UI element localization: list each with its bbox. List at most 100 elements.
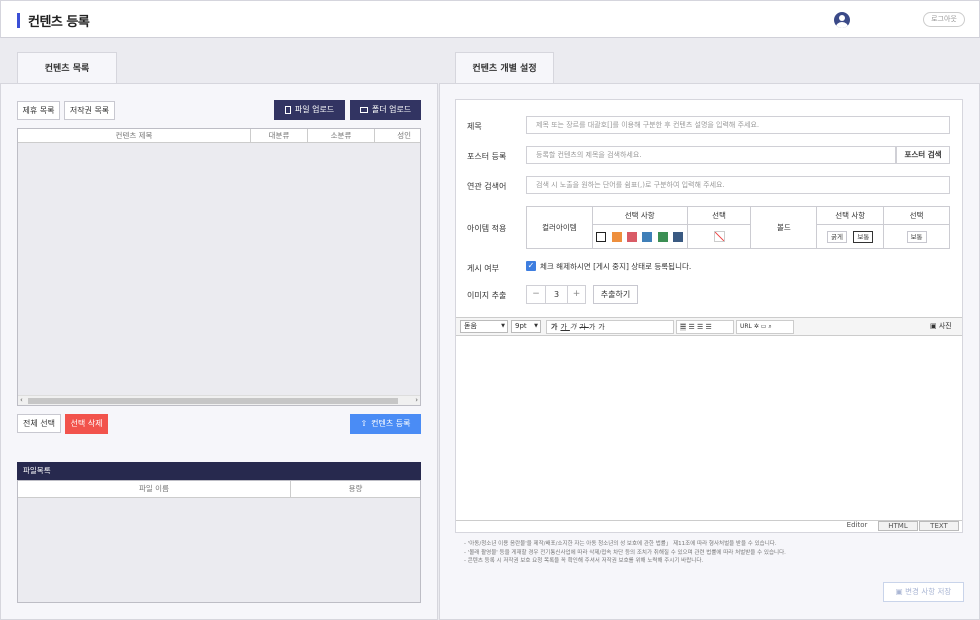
plus-icon[interactable]: + — [567, 286, 585, 303]
copyright-list-button[interactable]: 저작권 목록 — [64, 101, 115, 120]
align-buttons[interactable]: ☰ ☰ ☰ ☰ — [676, 320, 734, 334]
mode-html[interactable]: HTML — [878, 521, 918, 531]
photo-button[interactable]: ▣ 사진 — [928, 320, 960, 334]
title-input[interactable]: 제목 또는 장르를 대괄호[]를 이용해 구분한 후 컨텐츠 설명을 입력해 주… — [526, 116, 950, 134]
col-file-name[interactable]: 파일 이름 — [18, 481, 291, 498]
bold-option-bold[interactable]: 굵게 — [827, 230, 847, 243]
file-table: 파일 이름 용량 — [17, 480, 421, 603]
page-title: 컨텐츠 등록 — [28, 15, 90, 30]
tab-content-list[interactable]: 컨텐츠 목록 — [17, 52, 117, 84]
insert-buttons[interactable]: URL ✲ ▭ ⌕ — [736, 320, 794, 334]
extract-label: 이미지 추출 — [467, 291, 507, 300]
scrollbar-thumb[interactable] — [28, 398, 398, 404]
swatch-red[interactable] — [627, 231, 638, 242]
col-adult[interactable]: 성인 — [375, 129, 421, 143]
item-table: 컬러아이템 선택 사항 선택 볼드 선택 사항 선택 굵게 보통 보통 — [526, 206, 950, 249]
editor-body[interactable] — [456, 336, 962, 521]
col-category[interactable]: 대분류 — [251, 129, 308, 143]
col-title[interactable]: 컨텐츠 제목 — [18, 129, 251, 143]
save-changes-button[interactable]: ▣ 변경 사항 저장 — [883, 582, 964, 602]
folder-upload-button[interactable]: 폴더 업로드 — [350, 100, 421, 120]
extract-button[interactable]: 추출하기 — [593, 285, 638, 304]
delete-selected-button[interactable]: 선택 삭제 — [65, 414, 108, 434]
text-color-icon: 가 — [588, 323, 599, 331]
align-center-icon: ☰ — [688, 323, 695, 331]
bold-selected-cell: 보통 — [883, 224, 950, 249]
tab-individual-settings[interactable]: 컨텐츠 개별 설정 — [455, 52, 554, 84]
color-swatches — [591, 224, 688, 249]
notice-item: - '몰래 촬영물' 등을 게재할 경우 전기통신사업에 따라 삭제/접속 차단… — [464, 549, 786, 556]
editor-toolbar: 돋움 ▼ 9pt ▼ 가가가가가가 ☰ ☰ ☰ ☰ URL ✲ ▭ ⌕ ▣ 사진 — [456, 317, 962, 336]
keyword-label: 연관 검색어 — [467, 182, 507, 191]
upload-icon: ⇧ — [360, 419, 368, 428]
bold-option-normal[interactable]: 보통 — [853, 230, 874, 243]
swatch-orange[interactable] — [611, 231, 622, 242]
keyword-input[interactable]: 검색 시 노출을 원하는 단어를 쉼표(,)로 구분하여 입력해 주세요. — [526, 176, 950, 194]
size-select[interactable]: 9pt ▼ — [511, 320, 541, 333]
bold-option-header: 선택 사항 — [816, 206, 885, 225]
poster-label: 포스터 등록 — [467, 152, 507, 161]
save-changes-label: 변경 사항 저장 — [905, 587, 952, 596]
file-table-header: 파일 이름 용량 — [18, 481, 420, 498]
strike-icon: 가 — [579, 323, 589, 331]
notice-list: - '아동/청소년 이용 음란물'을 제작/배포/소지한 자는 아동 청소년의 … — [464, 540, 786, 566]
align-left-icon: ☰ — [680, 323, 687, 331]
bold-selected: 보통 — [906, 230, 927, 243]
color-item-cell: 컬러아이템 — [526, 206, 593, 249]
item-label: 아이템 적용 — [467, 224, 507, 233]
color-option-header: 선택 사항 — [591, 206, 688, 225]
file-upload-button[interactable]: 파일 업로드 — [274, 100, 345, 120]
content-table: 컨텐츠 제목 대분류 소분류 성인 ‹ › — [17, 128, 421, 406]
swatch-none[interactable] — [596, 231, 607, 242]
partner-list-button[interactable]: 제휴 목록 — [17, 101, 60, 120]
publish-checkbox[interactable]: ✓ — [526, 261, 536, 271]
notice-item: - 콘텐츠 등록 시 저작권 보호 요청 목록을 꼭 확인해 주셔서 저작권 보… — [464, 558, 704, 564]
col-subcategory[interactable]: 소분류 — [308, 129, 375, 143]
minus-icon[interactable]: − — [527, 286, 546, 303]
folder-upload-label: 폴더 업로드 — [371, 105, 412, 114]
mode-text[interactable]: TEXT — [919, 521, 959, 531]
user-avatar-icon[interactable] — [834, 12, 850, 28]
swatch-green[interactable] — [657, 231, 668, 242]
italic-icon: 가 — [569, 323, 580, 331]
bold-cell: 볼드 — [750, 206, 818, 249]
special-char-icon: ✲ — [753, 323, 759, 330]
notice-item: - '아동/청소년 이용 음란물'을 제작/배포/소지한 자는 아동 청소년의 … — [464, 541, 777, 547]
color-selected — [686, 224, 752, 249]
top-bar: 컨텐츠 등록 로그아웃 — [0, 0, 980, 38]
horizontal-scrollbar[interactable]: ‹ › — [18, 395, 420, 405]
mode-editor[interactable]: Editor — [838, 521, 876, 529]
logout-button[interactable]: 로그아웃 — [923, 12, 965, 27]
content-table-header: 컨텐츠 제목 대분류 소분류 성인 — [18, 129, 420, 143]
poster-search-button[interactable]: 포스터 검색 — [896, 146, 950, 164]
bold-options: 굵게 보통 — [816, 224, 885, 249]
size-select-value: 9pt — [515, 322, 527, 330]
poster-search-input[interactable]: 등록할 컨텐츠의 제목을 검색하세요. — [526, 146, 896, 164]
align-right-icon: ☰ — [697, 323, 704, 331]
font-select-value: 돋움 — [464, 322, 477, 330]
swatch-blue[interactable] — [642, 231, 653, 242]
select-all-button[interactable]: 전체 선택 — [17, 414, 61, 433]
scroll-left-icon[interactable]: ‹ — [20, 396, 23, 405]
title-label: 제목 — [467, 122, 482, 131]
file-icon — [284, 105, 291, 114]
photo-icon: ▣ — [930, 322, 937, 330]
bold-select-header: 선택 — [883, 206, 950, 225]
scroll-right-icon[interactable]: › — [415, 396, 418, 405]
publish-label: 게시 여부 — [467, 264, 499, 273]
find-icon: ⌕ — [768, 323, 772, 330]
swatch-navy[interactable] — [673, 231, 684, 242]
font-select[interactable]: 돋움 ▼ — [460, 320, 508, 333]
format-buttons[interactable]: 가가가가가가 — [546, 320, 674, 334]
register-content-label: 컨텐츠 등록 — [371, 419, 411, 428]
color-select-header: 선택 — [686, 206, 752, 225]
extract-value[interactable]: 3 — [546, 286, 567, 303]
url-icon: URL — [740, 323, 752, 330]
register-content-button[interactable]: ⇧ 컨텐츠 등록 — [350, 414, 421, 434]
col-file-size[interactable]: 용량 — [291, 481, 420, 498]
editor-mode-tabs: Editor HTML TEXT — [838, 521, 960, 531]
no-color-icon — [713, 231, 725, 242]
highlight-icon: 가 — [598, 323, 608, 331]
table-icon: ▭ — [760, 323, 767, 330]
underline-icon: 가 — [560, 323, 570, 331]
